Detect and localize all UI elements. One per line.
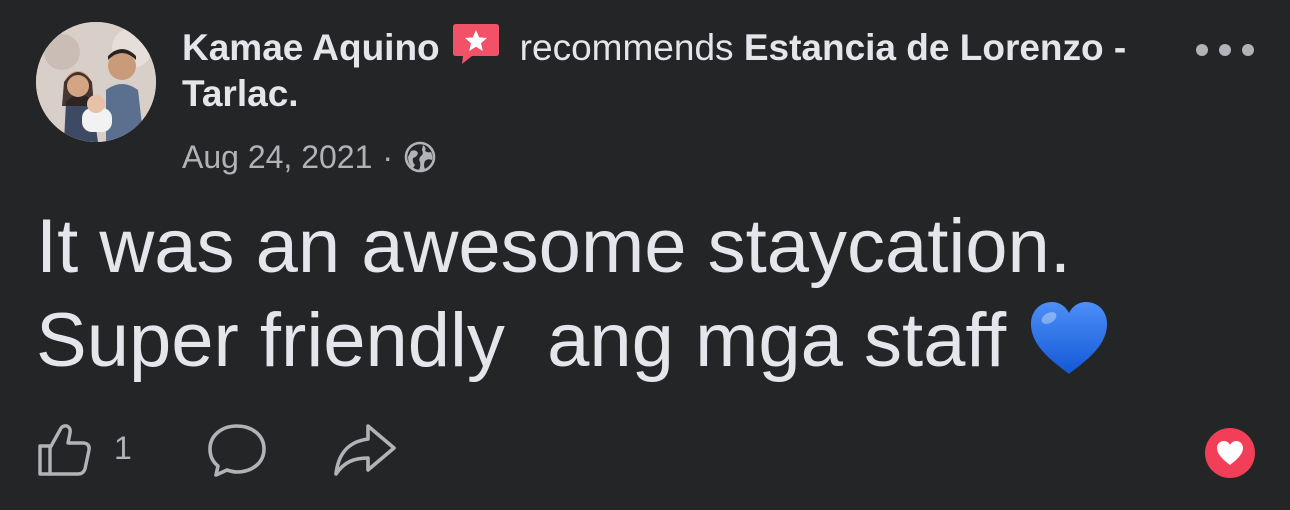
recommends-label: recommends — [519, 27, 734, 68]
post-body: It was an awesome staycation. Super frie… — [36, 200, 1266, 388]
comment-button[interactable] — [206, 422, 268, 478]
thumbs-up-icon — [38, 424, 91, 476]
post-body-line-1: It was an awesome staycation. — [36, 204, 1071, 289]
share-button[interactable] — [332, 422, 398, 478]
dot-icon — [1219, 44, 1231, 56]
heart-icon — [1217, 441, 1243, 465]
post-body-line-2: Super friendly ang mga staff — [36, 298, 1028, 383]
blue-heart-emoji — [1027, 300, 1111, 376]
share-icon — [334, 424, 396, 476]
meta-separator: · — [382, 139, 394, 175]
comment-icon — [208, 424, 266, 477]
recommendation-star-icon — [452, 22, 500, 66]
dot-icon — [1196, 44, 1208, 56]
more-options-button[interactable] — [1196, 30, 1254, 70]
globe-icon — [403, 140, 437, 174]
post-meta: Aug 24, 2021 · — [182, 136, 437, 178]
post-header: Kamae Aquino recommends Estancia de Loren… — [182, 22, 1142, 117]
avatar-photo — [36, 22, 156, 142]
like-button[interactable]: 1 — [36, 422, 156, 478]
love-reaction-icon[interactable] — [1205, 428, 1255, 478]
author-name[interactable]: Kamae Aquino — [182, 27, 440, 68]
like-count: 1 — [114, 430, 132, 466]
author-avatar[interactable] — [36, 22, 156, 142]
dot-icon — [1242, 44, 1254, 56]
post-date[interactable]: Aug 24, 2021 — [182, 136, 372, 178]
